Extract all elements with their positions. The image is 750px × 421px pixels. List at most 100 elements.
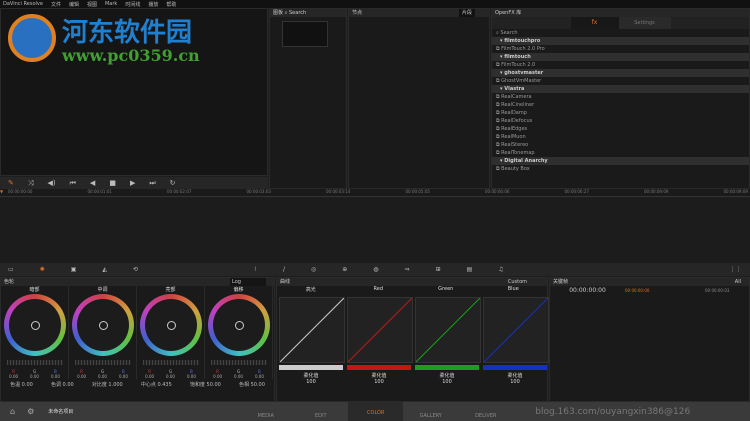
gallery-search[interactable]: Search [289,10,306,16]
settings-icon[interactable]: ⚙ [27,407,34,416]
3d-icon[interactable]: ▤ [467,266,473,273]
grid-icon[interactable]: ⋮⋮ [730,266,742,273]
wheel-control[interactable] [3,294,66,356]
menu-mark[interactable]: Mark [105,1,117,7]
curve-soft-clip-bar[interactable] [347,365,411,370]
rgb-mixer-icon[interactable]: ▣ [71,266,77,273]
curve-soft-clip-bar[interactable] [415,365,479,370]
tab-media[interactable]: MEDIA [238,405,293,419]
still-thumbnail[interactable] [282,21,328,47]
wheel-control[interactable] [207,294,270,356]
menu-app[interactable]: DaVinci Resolve [3,1,43,7]
keyframes-panel: 关键帧 All 00:00:00:00 00:00:00:00 00:00:00:… [549,277,750,402]
wheel-param[interactable]: 色调 0.00 [51,381,74,388]
curve-graph[interactable] [483,297,549,363]
tab-settings[interactable]: Settings [618,17,671,29]
last-frame-icon[interactable]: ⏭ [149,179,155,188]
openfx-search[interactable]: ⌕ Search [492,29,749,37]
blur-icon[interactable]: ◍ [373,266,378,273]
fx-item[interactable]: ⧉ RealDefocus [492,117,749,125]
motion-icon[interactable]: ◭ [102,266,107,273]
menu-help[interactable]: 帮助 [166,1,176,8]
shuffle-icon[interactable]: ⤨ [28,179,34,188]
fx-item[interactable]: ⧉ FilmTouch 2.0 [492,61,749,69]
window-icon[interactable]: ◎ [311,266,316,273]
menu-edit[interactable]: 编辑 [69,1,79,8]
tab-fx[interactable]: fx [570,17,619,29]
tab-deliver[interactable]: DELIVER [458,405,513,419]
key-icon[interactable]: ⇒ [405,266,410,273]
fx-group[interactable]: ▾ Digital Anarchy [492,157,749,165]
wheel-param[interactable]: 饱和度 50.00 [190,381,221,388]
fx-item[interactable]: ⧉ RealTonemap [492,149,749,157]
master-wheel[interactable] [74,360,131,365]
fx-item[interactable]: ⧉ RealStereo [492,141,749,149]
play-icon[interactable]: ▶ [130,179,135,187]
wheel-control[interactable] [139,294,202,356]
tab-gallery[interactable]: GALLERY [403,405,458,419]
tab-color[interactable]: COLOR [348,402,404,421]
sizing-icon[interactable]: ⊞ [436,266,441,273]
menu-timeline[interactable]: 时间线 [125,1,140,8]
menu-file[interactable]: 文件 [51,1,61,8]
audio-icon[interactable]: ♫ [498,266,503,273]
curve-graph[interactable] [347,297,413,363]
volume-icon[interactable]: ◀) [47,179,55,187]
fx-item[interactable]: ⧉ RealDamp [492,109,749,117]
fx-item[interactable]: ⧉ RealCamera [492,93,749,101]
fx-group[interactable]: ▾ ghostvmaster [492,69,749,77]
loop-icon[interactable]: ↻ [170,179,176,187]
curve-soft-clip-bar[interactable] [279,365,343,370]
master-wheel[interactable] [6,360,63,365]
curve-graph[interactable] [279,297,345,363]
tab-edit[interactable]: EDIT [293,405,348,419]
plugin-icon: ⧉ [496,126,500,132]
curves-mode-dropdown[interactable]: Custom [508,278,527,286]
fx-item[interactable]: ⧉ RealEdges [492,125,749,133]
wheel-control[interactable] [71,294,134,356]
playhead[interactable]: ▼ [0,189,8,196]
fx-group[interactable]: ▾ Vlastra [492,85,749,93]
home-icon[interactable]: ⌂ [10,407,15,416]
plugin-icon: ⧉ [496,110,500,116]
curves-icon[interactable]: ⌇ [254,266,257,273]
wheel-param[interactable]: 对比度 1.000 [92,381,123,388]
3d-icon[interactable]: ⟲ [133,266,138,273]
keyframe-ruler-end: 00:00:00:03 [705,288,730,293]
wheel-param[interactable]: 色相 50.00 [239,381,265,388]
color-wheels-panel: 色轮 Log 暗部 R 0.00 G 0.00 B 0.00 中调 R 0.00 G 0.00 B 0.00… [0,277,275,402]
menu-view[interactable]: 视图 [87,1,97,8]
nodes-mode-dropdown[interactable]: 片段 [458,9,475,17]
tracker-icon[interactable]: ⊕ [342,266,347,273]
fx-item[interactable]: ⧉ GhostVmMaster [492,77,749,85]
qualifier-icon[interactable]: / [283,266,285,273]
camera-raw-icon[interactable]: ▭ [8,266,14,273]
keyframes-filter[interactable]: All [735,278,741,286]
fx-item[interactable]: ⧉ RealMuon [492,133,749,141]
curve-channel-label: Green [438,286,454,292]
plugin-icon: ⧉ [496,62,500,68]
fx-group[interactable]: ▾ filmtouch [492,53,749,61]
menu-playback[interactable]: 播放 [148,1,158,8]
wheel-param[interactable]: 色温 0.00 [10,381,33,388]
master-wheel[interactable] [210,360,267,365]
color-wheels-icon[interactable]: ✺ [40,266,45,273]
curve-soft-clip-bar[interactable] [483,365,547,370]
fx-item[interactable]: ⧉ Beauty Box [492,165,749,173]
prev-frame-icon[interactable]: ◀ [90,179,95,187]
fx-item[interactable]: ⧉ RealCineliner [492,101,749,109]
timeline-ruler: ▼ 00:00:00:00 00:00:01:01 00:00:02:07 00:00:… [0,189,750,197]
node-panel: 节点 片段 [348,8,490,189]
stop-icon[interactable]: ■ [109,179,116,187]
curve-graph[interactable] [415,297,481,363]
fx-item[interactable]: ⧉ FilmTouch 2.0 Pro [492,45,749,53]
fx-group[interactable]: ▾ filmtouchpro [492,37,749,45]
plugin-icon: ⧉ [496,150,500,156]
master-wheel[interactable] [142,360,199,365]
color-wheel: 暗部 R 0.00 G 0.00 B 0.00 [1,286,69,379]
wheels-mode-dropdown[interactable]: Log [230,278,266,286]
wheel-param[interactable]: 中心点 0.435 [141,381,172,388]
timeline-tick: 00:00:05:05 [405,189,430,194]
pen-icon[interactable]: ✎ [8,179,14,187]
first-frame-icon[interactable]: ⏮ [70,179,76,188]
